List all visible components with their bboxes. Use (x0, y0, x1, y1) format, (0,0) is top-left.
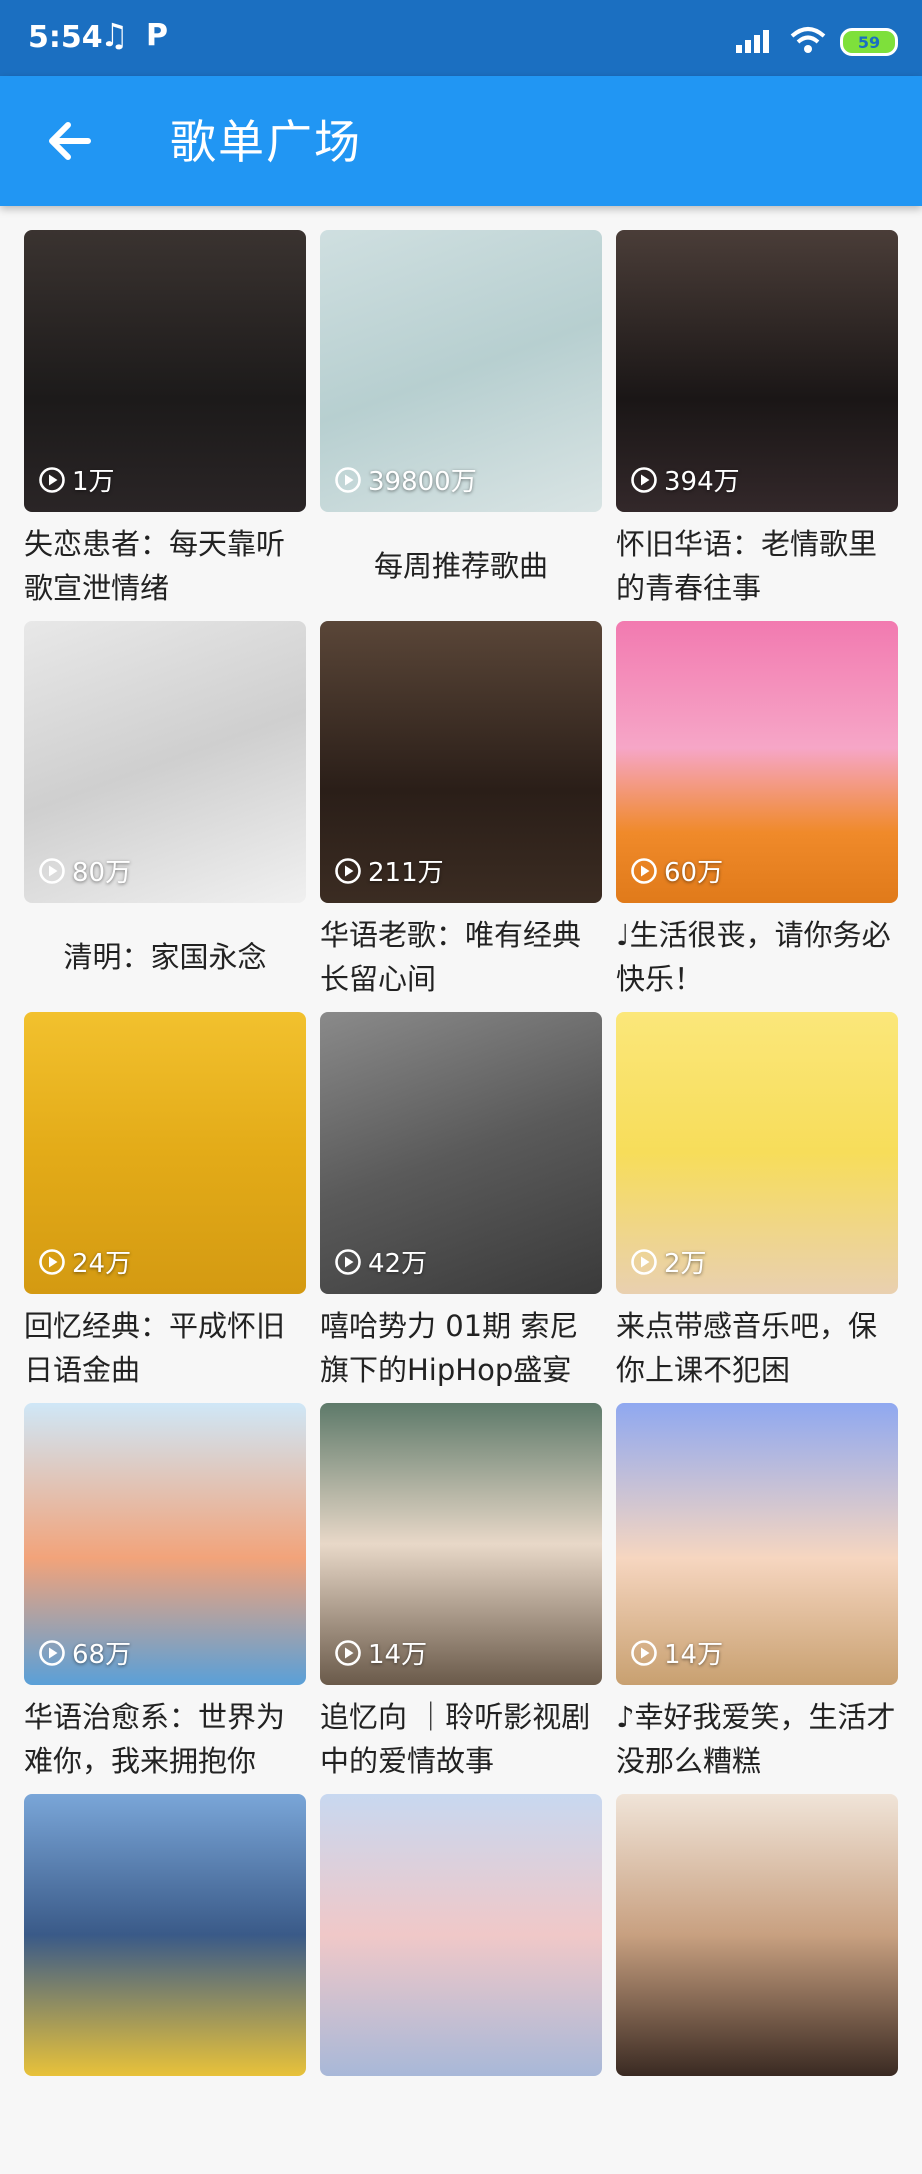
playlist-title (24, 2086, 306, 2174)
playlist-cover: 42万 (320, 1012, 602, 1294)
playlist-title (616, 2086, 898, 2174)
playlist-cover: 14万 (616, 1403, 898, 1685)
play-circle-icon (38, 857, 66, 885)
playlist-card[interactable]: 394万怀旧华语：老情歌里的青春往事 (616, 230, 898, 610)
play-circle-icon (38, 466, 66, 494)
playlist-cover: 2万 (616, 1012, 898, 1294)
play-count-text: 42万 (368, 1249, 428, 1279)
playlist-card[interactable] (320, 1794, 602, 2174)
playlist-card[interactable] (616, 1794, 898, 2174)
playlist-card[interactable]: 211万华语老歌：唯有经典长留心间 (320, 621, 602, 1001)
playlist-card[interactable]: 1万失恋患者：每天靠听歌宣泄情绪 (24, 230, 306, 610)
play-circle-icon (630, 1639, 658, 1667)
status-bar: 5:54 ♫ P 59 (0, 0, 922, 76)
play-count-text: 80万 (72, 858, 132, 888)
playlist-cover (24, 1794, 306, 2076)
play-count: 2万 (630, 1243, 707, 1280)
playlist-cover (320, 1794, 602, 2076)
playlist-cover: 39800万 (320, 230, 602, 512)
play-count-text: 60万 (664, 858, 724, 888)
playlist-cover: 68万 (24, 1403, 306, 1685)
signal-icon (736, 27, 776, 57)
playlist-card[interactable]: 60万 ♩生活很丧，请你务必快乐！ (616, 621, 898, 1001)
play-count-text: 1万 (72, 467, 115, 497)
playlist-title: 失恋患者：每天靠听歌宣泄情绪 (24, 527, 286, 605)
app-bar: 歌单广场 (0, 76, 922, 206)
playlist-card[interactable]: 14万追忆向 ｜聆听影视剧中的爱情故事 (320, 1403, 602, 1783)
battery-icon: 59 (840, 28, 898, 56)
play-count-text: 14万 (664, 1640, 724, 1670)
play-count: 60万 (630, 852, 723, 889)
playlist-cover: 60万 (616, 621, 898, 903)
play-count: 1万 (38, 461, 115, 498)
play-count: 14万 (334, 1634, 427, 1671)
play-count-text: 2万 (664, 1249, 707, 1279)
play-circle-icon (334, 1639, 362, 1667)
playlist-card[interactable]: 39800万每周推荐歌曲 (320, 230, 602, 610)
play-count-text: 14万 (368, 1640, 428, 1670)
play-count: 68万 (38, 1634, 131, 1671)
playlist-title: 每周推荐歌曲 (373, 549, 548, 583)
playlist-cover: 24万 (24, 1012, 306, 1294)
playlist-title: 来点带感音乐吧，保你上课不犯困 (616, 1309, 878, 1387)
playlist-cover: 211万 (320, 621, 602, 903)
playlist-title: ♪幸好我爱笑，生活才没那么糟糕 (616, 1700, 896, 1778)
playlist-card[interactable]: 68万华语治愈系：世界为难你，我来拥抱你 (24, 1403, 306, 1783)
play-circle-icon (38, 1639, 66, 1667)
play-count-text: 394万 (664, 467, 740, 497)
back-button[interactable] (40, 112, 98, 170)
playlist-cover: 1万 (24, 230, 306, 512)
play-count: 211万 (334, 852, 444, 889)
playlist-title: ♩生活很丧，请你务必快乐！ (616, 918, 891, 996)
playlist-title: 追忆向 ｜聆听影视剧中的爱情故事 (320, 1700, 591, 1778)
play-circle-icon (630, 466, 658, 494)
status-icons: 59 (736, 26, 898, 58)
p-notification-icon: P (146, 18, 168, 53)
playlist-card[interactable]: 14万 ♪幸好我爱笑，生活才没那么糟糕 (616, 1403, 898, 1783)
play-circle-icon (630, 857, 658, 885)
playlist-cover: 80万 (24, 621, 306, 903)
play-count: 24万 (38, 1243, 131, 1280)
music-note-icon: ♫ (100, 16, 129, 54)
play-count-text: 39800万 (368, 467, 477, 497)
playlist-title (320, 2086, 602, 2174)
play-count-text: 211万 (368, 858, 444, 888)
play-circle-icon (334, 857, 362, 885)
play-circle-icon (630, 1248, 658, 1276)
playlist-cover (616, 1794, 898, 2076)
playlist-cover: 14万 (320, 1403, 602, 1685)
play-count: 80万 (38, 852, 131, 889)
playlist-title: 华语老歌：唯有经典长留心间 (320, 918, 582, 996)
playlist-card[interactable]: 24万回忆经典：平成怀旧日语金曲 (24, 1012, 306, 1392)
status-time: 5:54 (28, 20, 103, 55)
playlist-title: 嘻哈势力 01期 索尼旗下的HipHop盛宴 (320, 1309, 579, 1387)
play-count-text: 68万 (72, 1640, 132, 1670)
play-count: 39800万 (334, 461, 477, 498)
arrow-left-icon (49, 122, 91, 160)
playlist-card[interactable] (24, 1794, 306, 2174)
play-count-text: 24万 (72, 1249, 132, 1279)
playlist-card[interactable]: 80万清明：家国永念 (24, 621, 306, 1001)
play-count: 394万 (630, 461, 740, 498)
playlist-card[interactable]: 42万嘻哈势力 01期 索尼旗下的HipHop盛宴 (320, 1012, 602, 1392)
play-circle-icon (334, 1248, 362, 1276)
play-count: 42万 (334, 1243, 427, 1280)
playlist-title: 回忆经典：平成怀旧日语金曲 (24, 1309, 286, 1387)
play-circle-icon (334, 466, 362, 494)
page-title: 歌单广场 (170, 115, 362, 169)
play-count: 14万 (630, 1634, 723, 1671)
wifi-icon (790, 26, 826, 58)
playlist-title: 华语治愈系：世界为难你，我来拥抱你 (24, 1700, 286, 1778)
play-circle-icon (38, 1248, 66, 1276)
playlist-title: 怀旧华语：老情歌里的青春往事 (616, 527, 878, 605)
playlist-title: 清明：家国永念 (63, 940, 267, 974)
playlist-card[interactable]: 2万来点带感音乐吧，保你上课不犯困 (616, 1012, 898, 1392)
playlist-cover: 394万 (616, 230, 898, 512)
